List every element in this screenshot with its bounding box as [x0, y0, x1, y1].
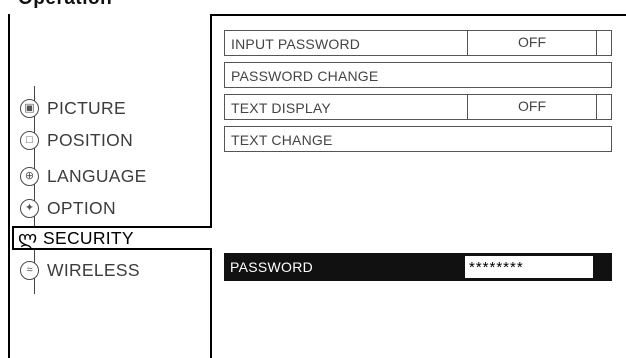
setting-row-text-display[interactable]: TEXT DISPLAY OFF: [224, 94, 612, 120]
frame-divider-upper: [210, 14, 212, 226]
menu-item-label: OPTION: [47, 197, 116, 218]
wireless-icon: ≈: [20, 260, 39, 280]
menu-item-label: PICTURE: [47, 97, 126, 118]
menu-item-language[interactable]: ⊕ LANGUAGE: [20, 162, 210, 190]
password-prompt-bar: PASSWORD ********: [224, 253, 612, 281]
menu-item-picture[interactable]: ▣ PICTURE: [20, 94, 210, 122]
key-icon: ლ: [18, 227, 38, 248]
menu-item-label: POSITION: [47, 129, 134, 150]
frame-left-border: [8, 14, 10, 358]
setting-row-input-password[interactable]: INPUT PASSWORD OFF: [224, 30, 612, 56]
language-icon: ⊕: [20, 166, 39, 186]
menu-item-position[interactable]: □ POSITION: [20, 126, 210, 154]
position-icon: □: [20, 130, 39, 150]
frame-divider-lower: [210, 250, 212, 358]
setting-value[interactable]: OFF: [467, 94, 597, 120]
password-label: PASSWORD: [230, 259, 314, 275]
section-heading: Operation: [18, 0, 112, 10]
password-input[interactable]: ********: [465, 256, 593, 278]
picture-icon: ▣: [20, 98, 39, 118]
setting-label: TEXT CHANGE: [231, 132, 333, 148]
frame-top-border: [210, 14, 626, 16]
menu-item-label: WIRELESS: [47, 259, 140, 280]
setting-label: PASSWORD CHANGE: [231, 68, 379, 84]
setting-label: TEXT DISPLAY: [231, 100, 331, 116]
menu-item-wireless[interactable]: ≈ WIRELESS: [20, 256, 210, 284]
setting-row-password-change[interactable]: PASSWORD CHANGE: [224, 62, 612, 88]
setting-value[interactable]: OFF: [467, 30, 597, 56]
menu-item-label: LANGUAGE: [47, 165, 147, 186]
setting-row-text-change[interactable]: TEXT CHANGE: [224, 126, 612, 152]
option-icon: ✦: [20, 198, 39, 218]
menu-item-label: SECURITY: [43, 227, 134, 248]
setting-label: INPUT PASSWORD: [231, 36, 361, 52]
menu-item-option[interactable]: ✦ OPTION: [20, 194, 210, 222]
menu-item-security[interactable]: ლ SECURITY: [18, 224, 208, 252]
